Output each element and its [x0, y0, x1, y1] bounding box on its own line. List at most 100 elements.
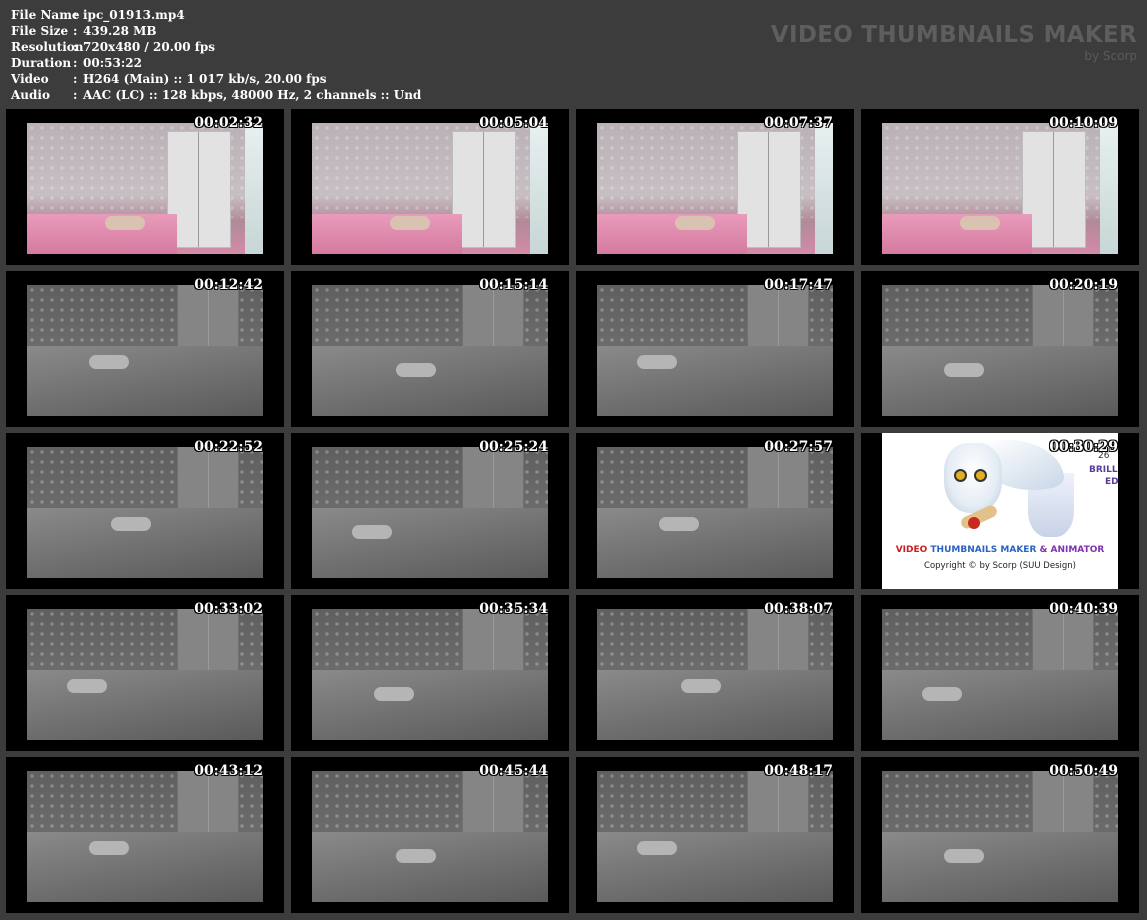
thumbnail[interactable]: 00:10:09: [861, 109, 1139, 265]
thumbnail[interactable]: 00:20:19: [861, 271, 1139, 427]
figure-graphic: [659, 517, 699, 531]
timestamp-label: 00:20:19: [1049, 277, 1118, 293]
video-frame: [27, 285, 263, 416]
figure-graphic: [89, 841, 129, 855]
file-name-row: File Name : ipc_01913.mp4: [11, 7, 421, 23]
figure-graphic: [89, 355, 129, 369]
info-separator: :: [73, 40, 78, 54]
bed-graphic: [312, 670, 548, 740]
timestamp-label: 00:40:39: [1049, 601, 1118, 617]
video-frame: [597, 609, 833, 740]
figure-graphic: [637, 355, 677, 369]
info-label: Duration: [11, 56, 72, 70]
thumbnail[interactable]: 00:38:07: [576, 595, 854, 751]
audio-row: Audio : AAC (LC) :: 128 kbps, 48000 Hz, …: [11, 87, 421, 103]
resolution-value: 720x480 / 20.00 fps: [83, 40, 216, 54]
logo-title-part: VIDEO: [895, 545, 928, 555]
info-label: Audio: [11, 88, 50, 102]
audio-value: AAC (LC) :: 128 kbps, 48000 Hz, 2 channe…: [83, 88, 422, 102]
brand-watermark: VIDEO THUMBNAILS MAKER by Scorp: [771, 22, 1137, 63]
logo-copyright: Copyright © by Scorp (SUU Design): [924, 561, 1076, 571]
brand-subtitle: by Scorp: [1084, 49, 1137, 63]
thumbnail[interactable]: 00:27:57: [576, 433, 854, 589]
thumbnail[interactable]: 00:15:14: [291, 271, 569, 427]
figure-graphic: [637, 841, 677, 855]
file-info-panel: File Name : ipc_01913.mp4 File Size : 43…: [11, 7, 421, 103]
thumbnail[interactable]: 00:45:44: [291, 757, 569, 913]
timestamp-label: 00:25:24: [479, 439, 548, 455]
duration-row: Duration : 00:53:22: [11, 55, 421, 71]
figure-graphic: [352, 525, 392, 539]
logo-partial-text: ED: [1105, 477, 1119, 487]
bed-graphic: [312, 346, 548, 416]
figure-graphic: [390, 216, 430, 230]
timestamp-label: 00:45:44: [479, 763, 548, 779]
bed-graphic: [597, 346, 833, 416]
figure-graphic: [396, 363, 436, 377]
bed-graphic: [597, 214, 747, 254]
thumbnail[interactable]: 00:07:37: [576, 109, 854, 265]
bed-graphic: [597, 832, 833, 902]
video-frame: [312, 285, 548, 416]
bed-graphic: [882, 670, 1118, 740]
figure-graphic: [960, 216, 1000, 230]
info-separator: :: [73, 56, 78, 70]
bed-graphic: [312, 214, 462, 254]
timestamp-label: 00:48:17: [764, 763, 833, 779]
video-frame: [27, 447, 263, 578]
thumbnail[interactable]: 00:12:42: [6, 271, 284, 427]
video-frame: [597, 123, 833, 254]
figure-graphic: [944, 363, 984, 377]
file-size-row: File Size : 439.28 MB: [11, 23, 421, 39]
bed-graphic: [27, 832, 263, 902]
thumbnail[interactable]: 00:02:32: [6, 109, 284, 265]
bed-graphic: [312, 508, 548, 578]
thumbnail[interactable]: 00:43:12: [6, 757, 284, 913]
video-value: H264 (Main) :: 1 017 kb/s, 20.00 fps: [83, 72, 327, 86]
window-graphic: [245, 123, 263, 254]
info-label: File Size: [11, 24, 69, 38]
thumbnail[interactable]: 00:05:04: [291, 109, 569, 265]
video-frame: [312, 123, 548, 254]
timestamp-label: 00:33:02: [194, 601, 263, 617]
bed-graphic: [882, 832, 1118, 902]
thumbnail[interactable]: 00:17:47: [576, 271, 854, 427]
figure-graphic: [374, 687, 414, 701]
logo-title: VIDEO THUMBNAILS MAKER & ANIMATOR: [882, 545, 1118, 555]
thumbnail[interactable]: 00:33:02: [6, 595, 284, 751]
bed-graphic: [882, 214, 1032, 254]
info-separator: :: [73, 24, 78, 38]
file-size-value: 439.28 MB: [83, 24, 157, 38]
thumbnail[interactable]: 00:25:24: [291, 433, 569, 589]
timestamp-label: 00:22:52: [194, 439, 263, 455]
thumbnail[interactable]: 26 BRILL ED VIDEO THUMBNAILS MAKER & ANIMAT…: [861, 433, 1139, 589]
figure-graphic: [396, 849, 436, 863]
timestamp-label: 00:17:47: [764, 277, 833, 293]
figure-graphic: [922, 687, 962, 701]
bed-graphic: [597, 508, 833, 578]
video-frame: [882, 285, 1118, 416]
video-frame: [882, 771, 1118, 902]
thumbnail[interactable]: 00:48:17: [576, 757, 854, 913]
bed-graphic: [27, 346, 263, 416]
timestamp-label: 00:43:12: [194, 763, 263, 779]
video-frame: [27, 123, 263, 254]
info-separator: :: [73, 8, 78, 22]
info-separator: :: [73, 88, 78, 102]
thumbnail[interactable]: 00:22:52: [6, 433, 284, 589]
window-graphic: [1100, 123, 1118, 254]
logo-title-part: & ANIMATOR: [1036, 545, 1105, 555]
brand-title: VIDEO THUMBNAILS MAKER: [770, 22, 1137, 48]
figure-graphic: [105, 216, 145, 230]
video-frame: [597, 771, 833, 902]
timestamp-label: 00:02:32: [194, 115, 263, 131]
thumbnail[interactable]: 00:35:34: [291, 595, 569, 751]
thumbnail[interactable]: 00:40:39: [861, 595, 1139, 751]
timestamp-label: 00:12:42: [194, 277, 263, 293]
seal-icon: [968, 517, 980, 529]
timestamp-label: 00:50:49: [1049, 763, 1118, 779]
video-frame: [312, 447, 548, 578]
video-frame: [882, 123, 1118, 254]
thumbnail[interactable]: 00:50:49: [861, 757, 1139, 913]
resolution-row: Resolution : 720x480 / 20.00 fps: [11, 39, 421, 55]
